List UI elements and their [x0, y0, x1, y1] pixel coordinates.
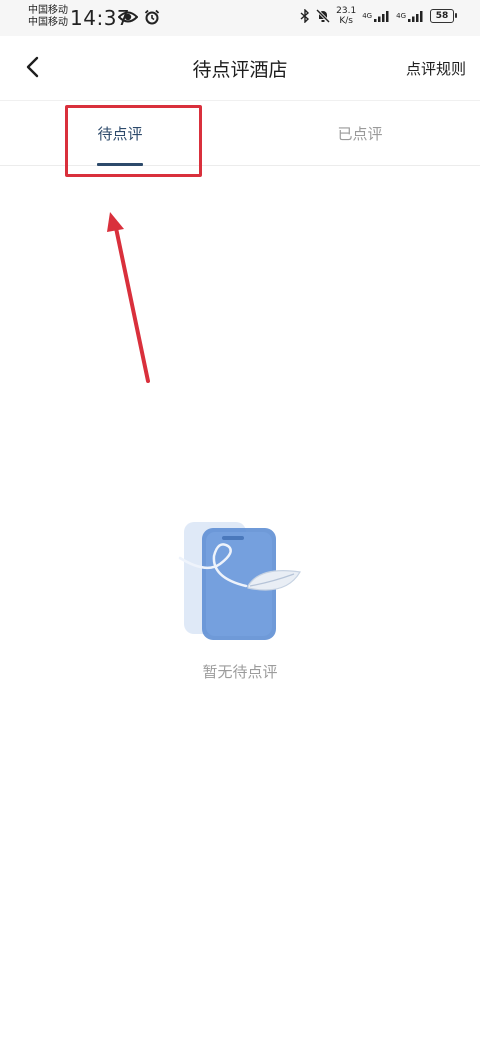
tab-reviewed[interactable]: 已点评	[240, 101, 480, 166]
carrier-2: 中国移动	[28, 17, 68, 28]
back-button[interactable]	[16, 50, 50, 84]
signal-icon	[374, 11, 389, 22]
tab-label: 待点评	[97, 125, 143, 143]
mute-bell-icon	[316, 9, 331, 23]
tab-label: 已点评	[337, 125, 383, 143]
empty-state-text: 暂无待点评	[202, 663, 278, 681]
bluetooth-icon	[300, 9, 310, 23]
carrier-1: 中国移动	[28, 5, 68, 16]
empty-state-illustration	[178, 522, 301, 640]
nav-bar: 待点评酒店 点评规则	[0, 36, 480, 100]
alarm-icon	[144, 9, 160, 25]
tab-pending-review[interactable]: 待点评	[0, 101, 240, 166]
eye-icon	[118, 11, 138, 23]
review-rules-link[interactable]: 点评规则	[406, 58, 466, 79]
signal-icon-2	[408, 11, 423, 22]
carrier-labels: 中国移动 中国移动	[28, 5, 68, 29]
net-speed-unit: K/s	[339, 16, 353, 26]
battery-icon: 58	[430, 9, 457, 23]
status-bar: 中国移动 中国移动 14:37 23.1 K/s 4G 4G 58	[0, 0, 480, 36]
signal-2-label: 4G	[396, 12, 406, 20]
screen: 中国移动 中国移动 14:37 23.1 K/s 4G 4G 58 待点评酒店 …	[0, 0, 480, 1040]
chevron-left-icon	[26, 56, 39, 78]
status-left-icons	[118, 9, 160, 25]
net-speed-value: 23.1	[336, 6, 357, 16]
signal-1-label: 4G	[362, 12, 373, 20]
tab-active-indicator	[97, 163, 143, 166]
status-right-icons: 23.1 K/s 4G 4G 58	[300, 6, 457, 26]
net-speed: 23.1 K/s	[336, 6, 356, 26]
tab-bar: 待点评 已点评	[0, 100, 480, 166]
